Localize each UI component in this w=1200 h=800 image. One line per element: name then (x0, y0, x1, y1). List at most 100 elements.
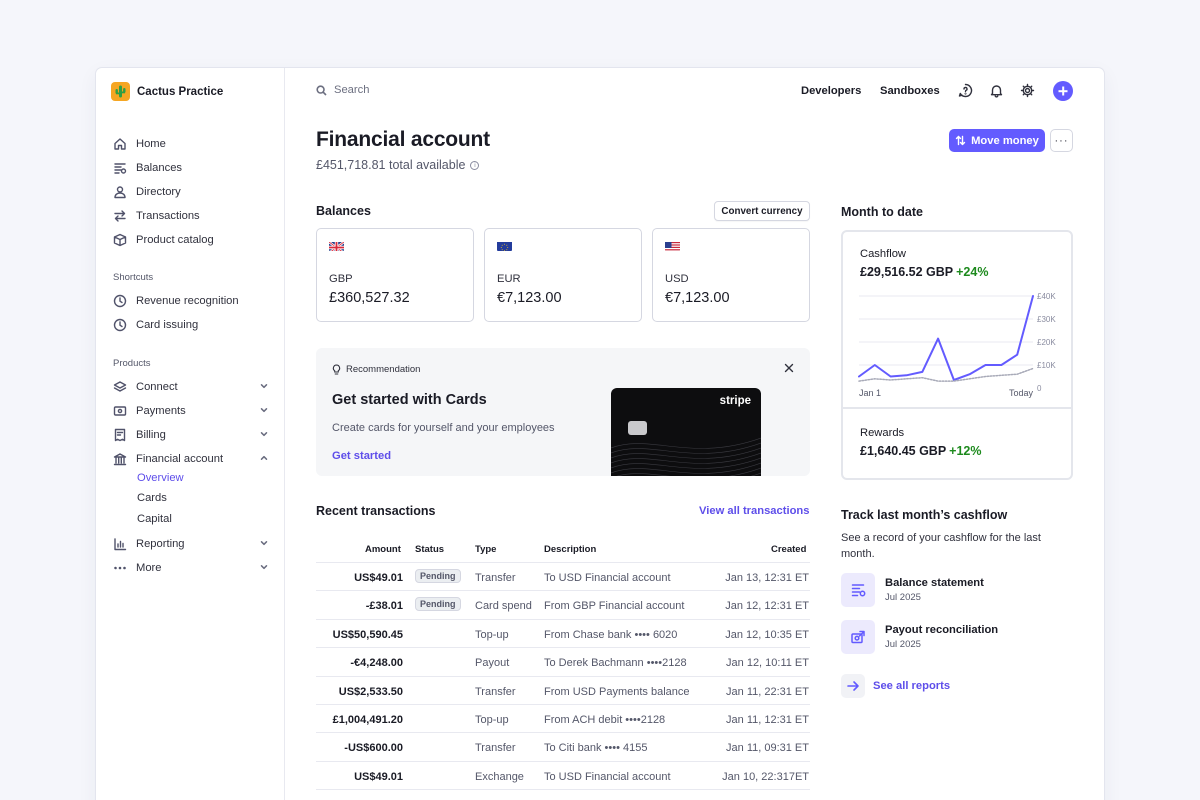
see-all-reports-link[interactable]: See all reports (841, 674, 950, 698)
tx-amount: US$49.01 (354, 572, 403, 584)
tx-created: Jan 11, 22:31 ET (726, 685, 809, 698)
recommendation-tag: Recommendation (332, 364, 420, 375)
card-chip-icon (628, 421, 647, 435)
total-available: £451,718.81 total available i (316, 158, 480, 172)
app-window: Cactus Practice Home Balances Directory … (96, 68, 1104, 800)
developers-link[interactable]: Developers (801, 85, 861, 97)
info-icon[interactable]: i (470, 160, 480, 170)
divider (843, 407, 1071, 409)
tx-type: Payout (475, 657, 510, 670)
sidebar-item-more[interactable]: More (113, 560, 269, 576)
column-header-created[interactable]: Created (771, 544, 806, 555)
move-money-button[interactable]: Move money (949, 129, 1045, 152)
bar-chart-icon (114, 538, 127, 551)
tx-description: From USD Payments balance (544, 685, 690, 698)
recommendation-banner: Recommendation Get started with Cards Cr… (316, 348, 810, 476)
report-payout-reconciliation[interactable]: Payout reconciliation Jul 2025 (841, 620, 1073, 656)
tx-description: To USD Financial account (544, 770, 671, 783)
tx-amount: -£38.01 (365, 600, 403, 613)
clock-icon (113, 318, 127, 332)
y-tick-label: £20K (1037, 338, 1056, 347)
sidebar-item-label: Payments (136, 405, 186, 417)
report-balance-statement[interactable]: Balance statement Jul 2025 (841, 573, 1073, 609)
balance-card-usd[interactable]: USD €7,123.00 (652, 228, 810, 322)
sidebar-item-transactions[interactable]: Transactions (113, 208, 269, 224)
x-end-label: Today (1009, 388, 1034, 398)
column-header-status[interactable]: Status (415, 544, 444, 555)
sidebar-item-card-issuing[interactable]: Card issuing (113, 317, 269, 333)
sidebar-subitem-cards[interactable]: Cards (137, 492, 167, 504)
column-header-type[interactable]: Type (475, 544, 496, 555)
balance-card-gbp[interactable]: GBP £360,527.32 (316, 228, 474, 322)
table-row[interactable]: -€4,248.00 Payout To Derek Bachmann ••••… (316, 647, 810, 675)
sidebar-subitem-capital[interactable]: Capital (137, 513, 172, 525)
convert-currency-button[interactable]: Convert currency (714, 201, 810, 221)
sidebar-item-revenue-recognition[interactable]: Revenue recognition (113, 293, 269, 309)
chevron-up-icon (260, 455, 268, 460)
create-button[interactable] (1053, 81, 1073, 101)
sidebar-item-reporting[interactable]: Reporting (113, 536, 269, 552)
eu-flag-icon (497, 240, 512, 251)
tx-created: Jan 12, 10:11 ET (726, 657, 809, 670)
table-row[interactable]: US$49.01 Exchange To USD Financial accou… (316, 760, 810, 789)
clock-icon (113, 294, 127, 308)
cashflow-value: £29,516.52 GBP +24% (860, 265, 988, 279)
notifications-button[interactable] (989, 83, 1004, 98)
tx-amount: £1,004,491.20 (332, 714, 403, 726)
close-button[interactable] (783, 361, 795, 373)
total-available-text: £451,718.81 total available (316, 158, 466, 172)
page-title: Financial account (316, 128, 490, 151)
chevron-down-icon (260, 408, 268, 413)
layers-icon (113, 381, 127, 392)
chevron-down-icon (260, 541, 268, 546)
table-row[interactable]: -£38.01 Pending Card spend From GBP Fina… (316, 590, 810, 618)
sidebar-item-connect[interactable]: Connect (113, 379, 269, 395)
sidebar-item-payments[interactable]: Payments (113, 403, 269, 419)
recommendation-description: Create cards for yourself and your emplo… (332, 422, 555, 434)
table-row[interactable]: US$2,533.50 Transfer From USD Payments b… (316, 675, 810, 704)
month-to-date-panel: Cashflow £29,516.52 GBP +24% £40K £30K £20K… (841, 230, 1073, 480)
report-date: Jul 2025 (885, 592, 921, 603)
sidebar-item-label: Connect (136, 381, 178, 393)
account-switcher[interactable]: Cactus Practice (111, 82, 223, 101)
balance-amount: €7,123.00 (497, 290, 562, 306)
table-bottom-border (316, 789, 810, 791)
help-icon (958, 83, 973, 98)
sidebar-item-financial-account[interactable]: Financial account (113, 451, 269, 467)
sidebar-subitem-overview[interactable]: Overview (137, 472, 184, 484)
tx-type: Transfer (475, 742, 516, 755)
search-input[interactable]: Search (316, 84, 369, 96)
table-row[interactable]: £1,004,491.20 Top-up From ACH debit ••••… (316, 704, 810, 732)
currency-code: USD (665, 273, 689, 285)
sidebar-item-product-catalog[interactable]: Product catalog (113, 232, 269, 248)
column-header-amount[interactable]: Amount (365, 544, 401, 555)
tx-description: From Chase bank •••• 6020 (544, 628, 678, 641)
sidebar-item-billing[interactable]: Billing (113, 427, 269, 443)
sidebar-item-home[interactable]: Home (113, 136, 269, 152)
get-started-link[interactable]: Get started (332, 450, 391, 462)
sidebar-item-balances[interactable]: Balances (113, 160, 269, 176)
more-actions-button[interactable]: ··· (1050, 129, 1073, 152)
sandboxes-link[interactable]: Sandboxes (880, 85, 940, 97)
arrow-right-icon (841, 674, 865, 698)
sidebar-item-label: Balances (136, 162, 183, 174)
card-icon (113, 406, 127, 416)
help-button[interactable] (958, 83, 973, 98)
table-row[interactable]: -US$600.00 Transfer To Citi bank •••• 41… (316, 732, 810, 760)
chevron-down-icon (260, 384, 268, 389)
settings-button[interactable] (1020, 83, 1035, 98)
x-start-label: Jan 1 (859, 388, 881, 398)
table-row[interactable]: US$49.01 Pending Transfer To USD Financi… (316, 562, 810, 590)
view-all-transactions-link[interactable]: View all transactions (699, 505, 809, 517)
recommendation-tag-label: Recommendation (346, 364, 421, 375)
receipt-icon (114, 428, 126, 442)
swap-arrows-icon (955, 135, 966, 146)
balance-card-eur[interactable]: EUR €7,123.00 (484, 228, 642, 322)
tx-created: Jan 12, 10:35 ET (725, 628, 809, 641)
status-badge: Pending (415, 569, 461, 583)
table-row[interactable]: US$50,590.45 Top-up From Chase bank ••••… (316, 618, 810, 647)
y-tick-label: £30K (1037, 315, 1056, 324)
sidebar-item-directory[interactable]: Directory (113, 184, 269, 200)
track-cashflow-heading: Track last month’s cashflow (841, 508, 1008, 522)
column-header-description[interactable]: Description (544, 544, 596, 555)
